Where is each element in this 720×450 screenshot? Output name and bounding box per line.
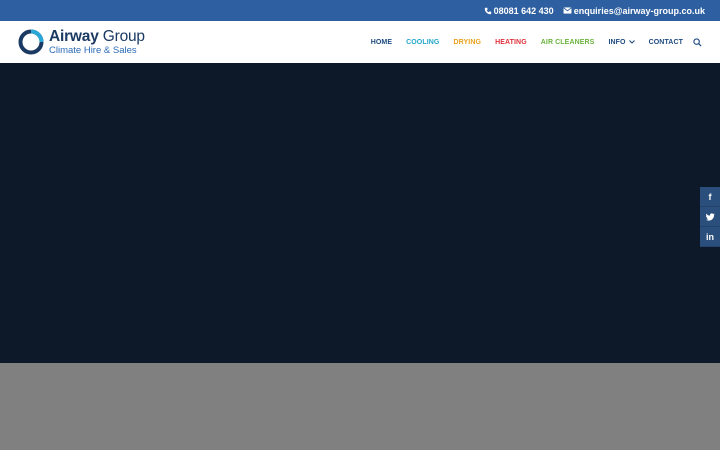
- ring-logo-icon: [18, 29, 44, 55]
- site-header: Airway Group Climate Hire & Sales HOME C…: [0, 21, 720, 63]
- email-address: enquiries@airway-group.co.uk: [573, 5, 705, 16]
- nav-item-info-label: INFO: [608, 38, 626, 46]
- phone-number: 08081 642 430: [493, 5, 554, 16]
- content-band: [0, 363, 720, 450]
- logo-brand-light: Group: [102, 28, 145, 45]
- top-contact-bar: 08081 642 430 enquiries@airway-group.co.…: [0, 0, 720, 21]
- phone-icon: [484, 7, 491, 14]
- hero-section: [0, 63, 720, 363]
- search-button[interactable]: [693, 37, 702, 47]
- social-share-bar: f in: [700, 187, 720, 247]
- facebook-button[interactable]: f: [700, 187, 720, 207]
- logo-tagline: Climate Hire & Sales: [49, 44, 137, 56]
- site-logo[interactable]: Airway Group Climate Hire & Sales: [17, 27, 145, 57]
- envelope-icon: [562, 7, 572, 14]
- main-nav: HOME COOLING DRYING HEATING AIR CLEANERS…: [357, 21, 702, 63]
- search-icon: [693, 37, 702, 47]
- twitter-button[interactable]: [700, 207, 720, 227]
- nav-item-contact[interactable]: CONTACT: [649, 39, 683, 46]
- phone-link[interactable]: 08081 642 430: [484, 6, 554, 16]
- nav-item-cooling[interactable]: COOLING: [406, 39, 439, 46]
- nav-item-air-cleaners[interactable]: AIR CLEANERS: [541, 39, 595, 46]
- email-link[interactable]: enquiries@airway-group.co.uk: [562, 5, 705, 16]
- nav-item-info[interactable]: INFO: [608, 38, 635, 46]
- twitter-icon: [705, 212, 715, 221]
- linkedin-button[interactable]: in: [700, 227, 720, 247]
- nav-item-home[interactable]: HOME: [371, 39, 392, 46]
- linkedin-icon: in: [706, 231, 714, 242]
- nav-item-heating[interactable]: HEATING: [495, 39, 527, 46]
- nav-item-drying[interactable]: DRYING: [453, 39, 481, 46]
- chevron-down-icon: [628, 40, 635, 44]
- facebook-icon: f: [708, 191, 712, 202]
- logo-brand-bold: Airway: [49, 28, 99, 45]
